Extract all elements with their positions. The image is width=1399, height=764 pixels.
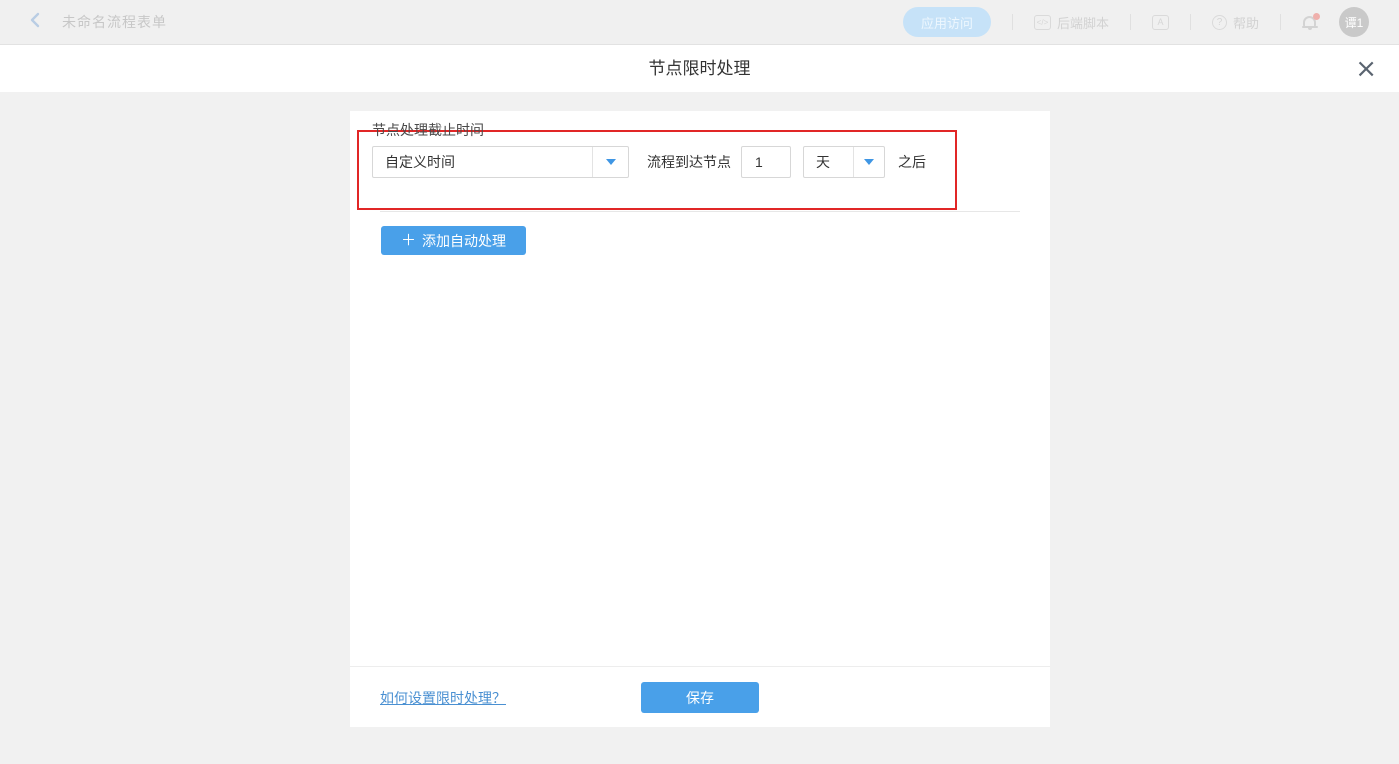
topbar: 未命名流程表单 应用访问 </> 后端脚本 A ? 帮助 谭1 [0, 0, 1399, 45]
avatar-label: 谭1 [1345, 14, 1364, 31]
unit-value: 天 [804, 152, 853, 172]
section-divider [380, 211, 1020, 212]
time-type-value: 自定义时间 [373, 152, 592, 172]
notification-dot [1313, 13, 1320, 20]
back-chevron-icon [28, 12, 42, 33]
unit-select[interactable]: 天 [803, 146, 885, 178]
backend-script-label: 后端脚本 [1057, 13, 1109, 32]
duration-input[interactable] [741, 146, 791, 178]
after-label: 之后 [898, 152, 926, 172]
question-icon: ? [1212, 15, 1227, 30]
divider [1190, 14, 1191, 30]
modal-header: 节点限时处理 × [0, 45, 1399, 92]
add-auto-process-button[interactable]: ＋ 添加自动处理 [381, 226, 526, 255]
card-footer: 如何设置限时处理？ 保存 [350, 666, 1050, 727]
modal-body: 节点处理截止时间 自定义时间 流程到达节点 天 之后 ＋ 添加自动处理 [0, 92, 1399, 764]
how-to-set-link[interactable]: 如何设置限时处理？ [380, 667, 506, 728]
plus-icon: ＋ [401, 233, 416, 248]
time-type-select[interactable]: 自定义时间 [372, 146, 629, 178]
help-button[interactable]: ? 帮助 [1212, 13, 1259, 32]
close-icon[interactable]: × [1355, 45, 1377, 92]
save-button[interactable]: 保存 [641, 682, 759, 713]
divider [1012, 14, 1013, 30]
address-book-button[interactable]: A [1152, 15, 1169, 30]
divider [1280, 14, 1281, 30]
help-label: 帮助 [1233, 13, 1259, 32]
reach-node-label: 流程到达节点 [647, 152, 731, 172]
notification-bell-icon[interactable] [1302, 14, 1318, 30]
deadline-config-row: 自定义时间 流程到达节点 天 之后 [372, 146, 926, 178]
settings-card: 节点处理截止时间 自定义时间 流程到达节点 天 之后 ＋ 添加自动处理 [350, 111, 1050, 727]
app-access-label: 应用访问 [921, 13, 973, 32]
divider [1130, 14, 1131, 30]
app-access-button[interactable]: 应用访问 [903, 7, 991, 37]
back-button[interactable] [28, 12, 42, 33]
user-avatar[interactable]: 谭1 [1339, 7, 1369, 37]
chevron-down-icon [606, 159, 616, 165]
modal-title: 节点限时处理 [0, 45, 1399, 92]
code-icon: </> [1034, 15, 1051, 30]
flow-form-title: 未命名流程表单 [62, 12, 167, 32]
backend-script-button[interactable]: </> 后端脚本 [1034, 13, 1109, 32]
deadline-label: 节点处理截止时间 [372, 120, 484, 140]
chevron-down-icon [864, 159, 874, 165]
add-auto-process-label: 添加自动处理 [422, 231, 506, 251]
address-book-icon: A [1152, 15, 1169, 30]
